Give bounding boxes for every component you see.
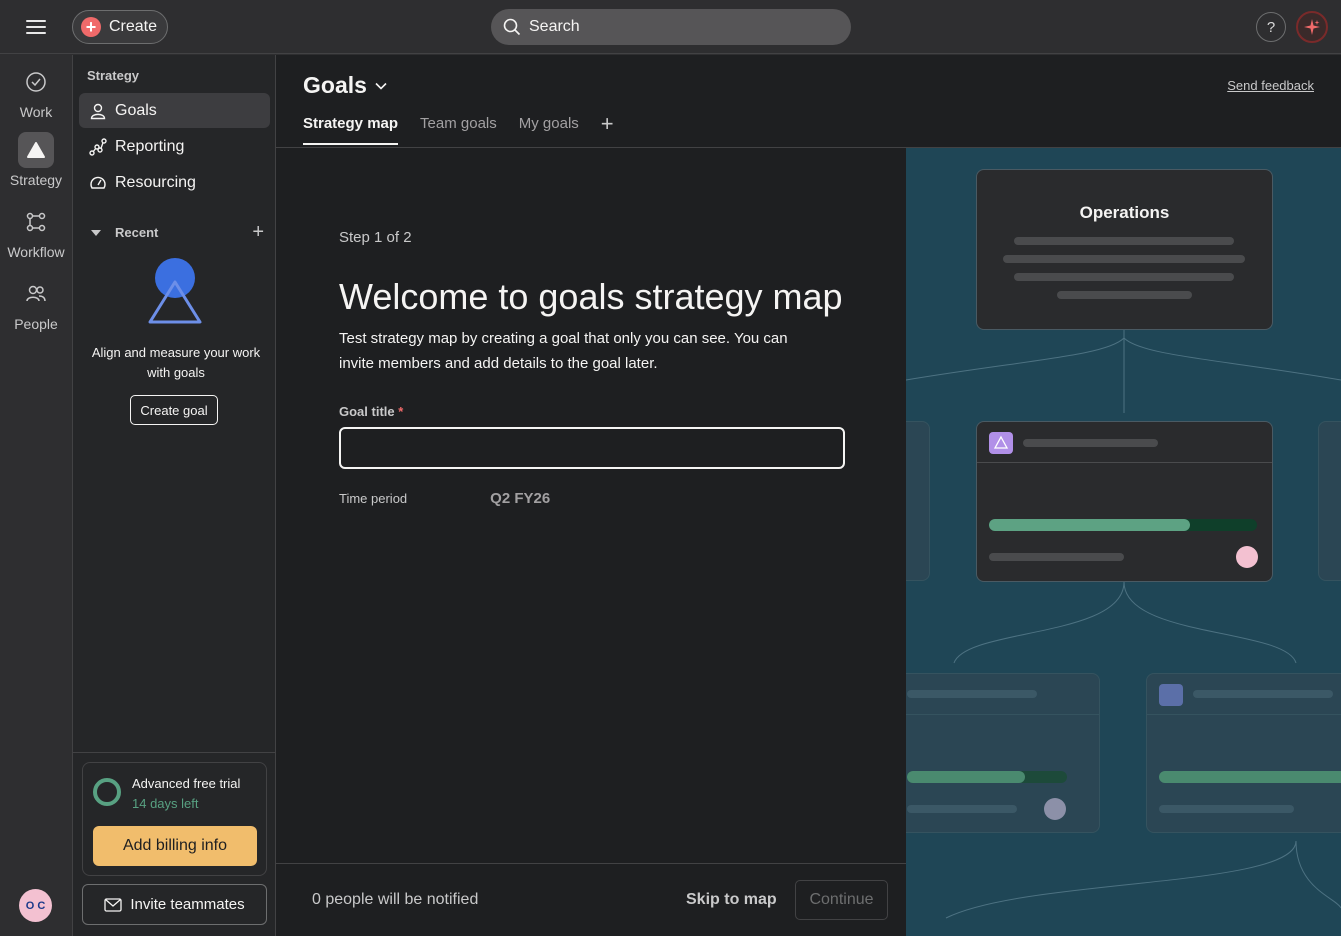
goal-card-lower-left <box>906 673 1100 833</box>
sidebar-item-label: Goals <box>115 101 157 119</box>
sidebar-item-label: Resourcing <box>115 173 196 191</box>
strategy-map-preview: Operations <box>906 148 1341 936</box>
main-content: Goals Send feedback Strategy map Team go… <box>276 55 1341 936</box>
rail-label: Strategy <box>9 172 63 188</box>
goal-card <box>976 421 1273 582</box>
create-button[interactable]: + Create <box>72 10 168 44</box>
rail-item-workflow[interactable]: Workflow <box>0 204 72 260</box>
operations-card: Operations <box>976 169 1273 330</box>
goal-title-label: Goal title * <box>339 404 859 419</box>
search-input[interactable]: Search <box>491 9 851 45</box>
required-mark: * <box>398 404 404 419</box>
goal-progress-fill <box>989 519 1190 531</box>
sparkle-icon <box>1304 19 1320 35</box>
page-title-text: Goals <box>303 72 367 98</box>
form-footer: 0 people will be notified Skip to map Co… <box>276 863 906 936</box>
trial-card: Advanced free trial 14 days left Add bil… <box>82 762 267 876</box>
rail-item-strategy[interactable]: Strategy <box>0 132 72 188</box>
avatar-initials: O C <box>25 899 46 912</box>
create-goal-button[interactable]: Create goal <box>130 395 218 425</box>
triangle-icon <box>18 132 54 168</box>
add-billing-info-button[interactable]: Add billing info <box>93 826 257 866</box>
sidebar-item-reporting[interactable]: Reporting <box>79 129 270 164</box>
create-label: Create <box>109 18 158 35</box>
person-icon <box>90 103 106 119</box>
continue-button[interactable]: Continue <box>795 880 888 920</box>
time-period-value[interactable]: Q2 FY26 <box>490 490 550 507</box>
step-indicator: Step 1 of 2 <box>339 229 412 246</box>
goal-owner-avatar <box>1236 546 1258 568</box>
goal-card-lower-right <box>1146 673 1341 833</box>
rail-item-people[interactable]: People <box>0 276 72 332</box>
workflow-icon <box>18 204 54 240</box>
tab-team-goals[interactable]: Team goals <box>420 115 497 143</box>
sidebar-heading: Strategy <box>87 68 140 83</box>
page-title: Goals <box>303 72 387 99</box>
plus-icon: + <box>81 17 101 37</box>
sidebar-item-goals[interactable]: Goals <box>79 93 270 128</box>
divider <box>73 752 276 753</box>
help-icon: ? <box>1266 18 1276 36</box>
menu-icon[interactable] <box>24 16 48 38</box>
check-circle-icon <box>18 64 54 100</box>
tab-bar: Strategy map Team goals My goals + <box>303 111 614 145</box>
mail-icon <box>104 897 123 912</box>
time-period-row: Time period Q2 FY26 <box>339 490 859 507</box>
goal-card-partial-left <box>906 421 930 581</box>
sidebar: Strategy Goals Reporting Resourcing Rece… <box>72 55 276 936</box>
ai-assistant-button[interactable] <box>1296 11 1328 43</box>
page-header: Goals Send feedback Strategy map Team go… <box>276 55 1341 148</box>
reporting-icon <box>89 137 107 156</box>
people-icon <box>18 276 54 312</box>
add-tab-icon[interactable]: + <box>601 111 614 137</box>
trial-progress-ring <box>93 778 121 806</box>
goal-title-label-text: Goal title <box>339 404 395 419</box>
gauge-icon <box>90 176 106 189</box>
rail-item-work[interactable]: Work <box>0 64 72 120</box>
invite-label: Invite teammates <box>130 896 245 913</box>
tab-my-goals[interactable]: My goals <box>519 115 579 143</box>
help-button[interactable]: ? <box>1256 12 1286 42</box>
tab-strategy-map[interactable]: Strategy map <box>303 115 399 145</box>
left-rail: Work Strategy Workflow People O C <box>0 55 72 936</box>
notified-text: 0 people will be notified <box>312 891 479 908</box>
add-recent-icon[interactable]: + <box>252 221 264 244</box>
invite-teammates-button[interactable]: Invite teammates <box>82 884 267 925</box>
trial-days-left: 14 days left <box>132 796 199 811</box>
goal-title-input[interactable] <box>339 427 845 469</box>
welcome-description: Test strategy map by creating a goal tha… <box>339 330 788 372</box>
rail-label: Work <box>19 104 53 120</box>
top-bar: + Create Search ? <box>0 0 1341 54</box>
goal-card-partial-right <box>1318 421 1341 581</box>
caret-down-icon <box>91 229 101 236</box>
search-icon <box>503 18 521 36</box>
search-placeholder: Search <box>529 18 580 35</box>
sidebar-item-label: Reporting <box>115 137 185 155</box>
operations-title: Operations <box>1079 203 1170 222</box>
send-feedback-link[interactable]: Send feedback <box>1227 78 1314 93</box>
empty-state-text: Align and measure your work with goals <box>91 345 261 380</box>
recent-label: Recent <box>115 225 159 240</box>
trial-title: Advanced free trial <box>132 776 241 791</box>
rail-label: Workflow <box>7 244 65 260</box>
goal-form: Step 1 of 2 Welcome to goals strategy ma… <box>339 229 859 507</box>
time-period-label: Time period <box>339 491 408 506</box>
welcome-heading: Welcome to goals strategy map <box>339 276 843 317</box>
recent-section-header[interactable]: Recent + <box>89 221 264 244</box>
sidebar-item-resourcing[interactable]: Resourcing <box>79 165 270 200</box>
goal-illustration-icon <box>148 258 202 324</box>
goal-progress-track <box>989 519 1257 531</box>
avatar[interactable]: O C <box>19 889 52 922</box>
skip-to-map-button[interactable]: Skip to map <box>686 891 777 909</box>
rail-label: People <box>14 316 58 332</box>
chevron-down-icon[interactable] <box>375 82 387 90</box>
goal-icon <box>989 432 1013 454</box>
